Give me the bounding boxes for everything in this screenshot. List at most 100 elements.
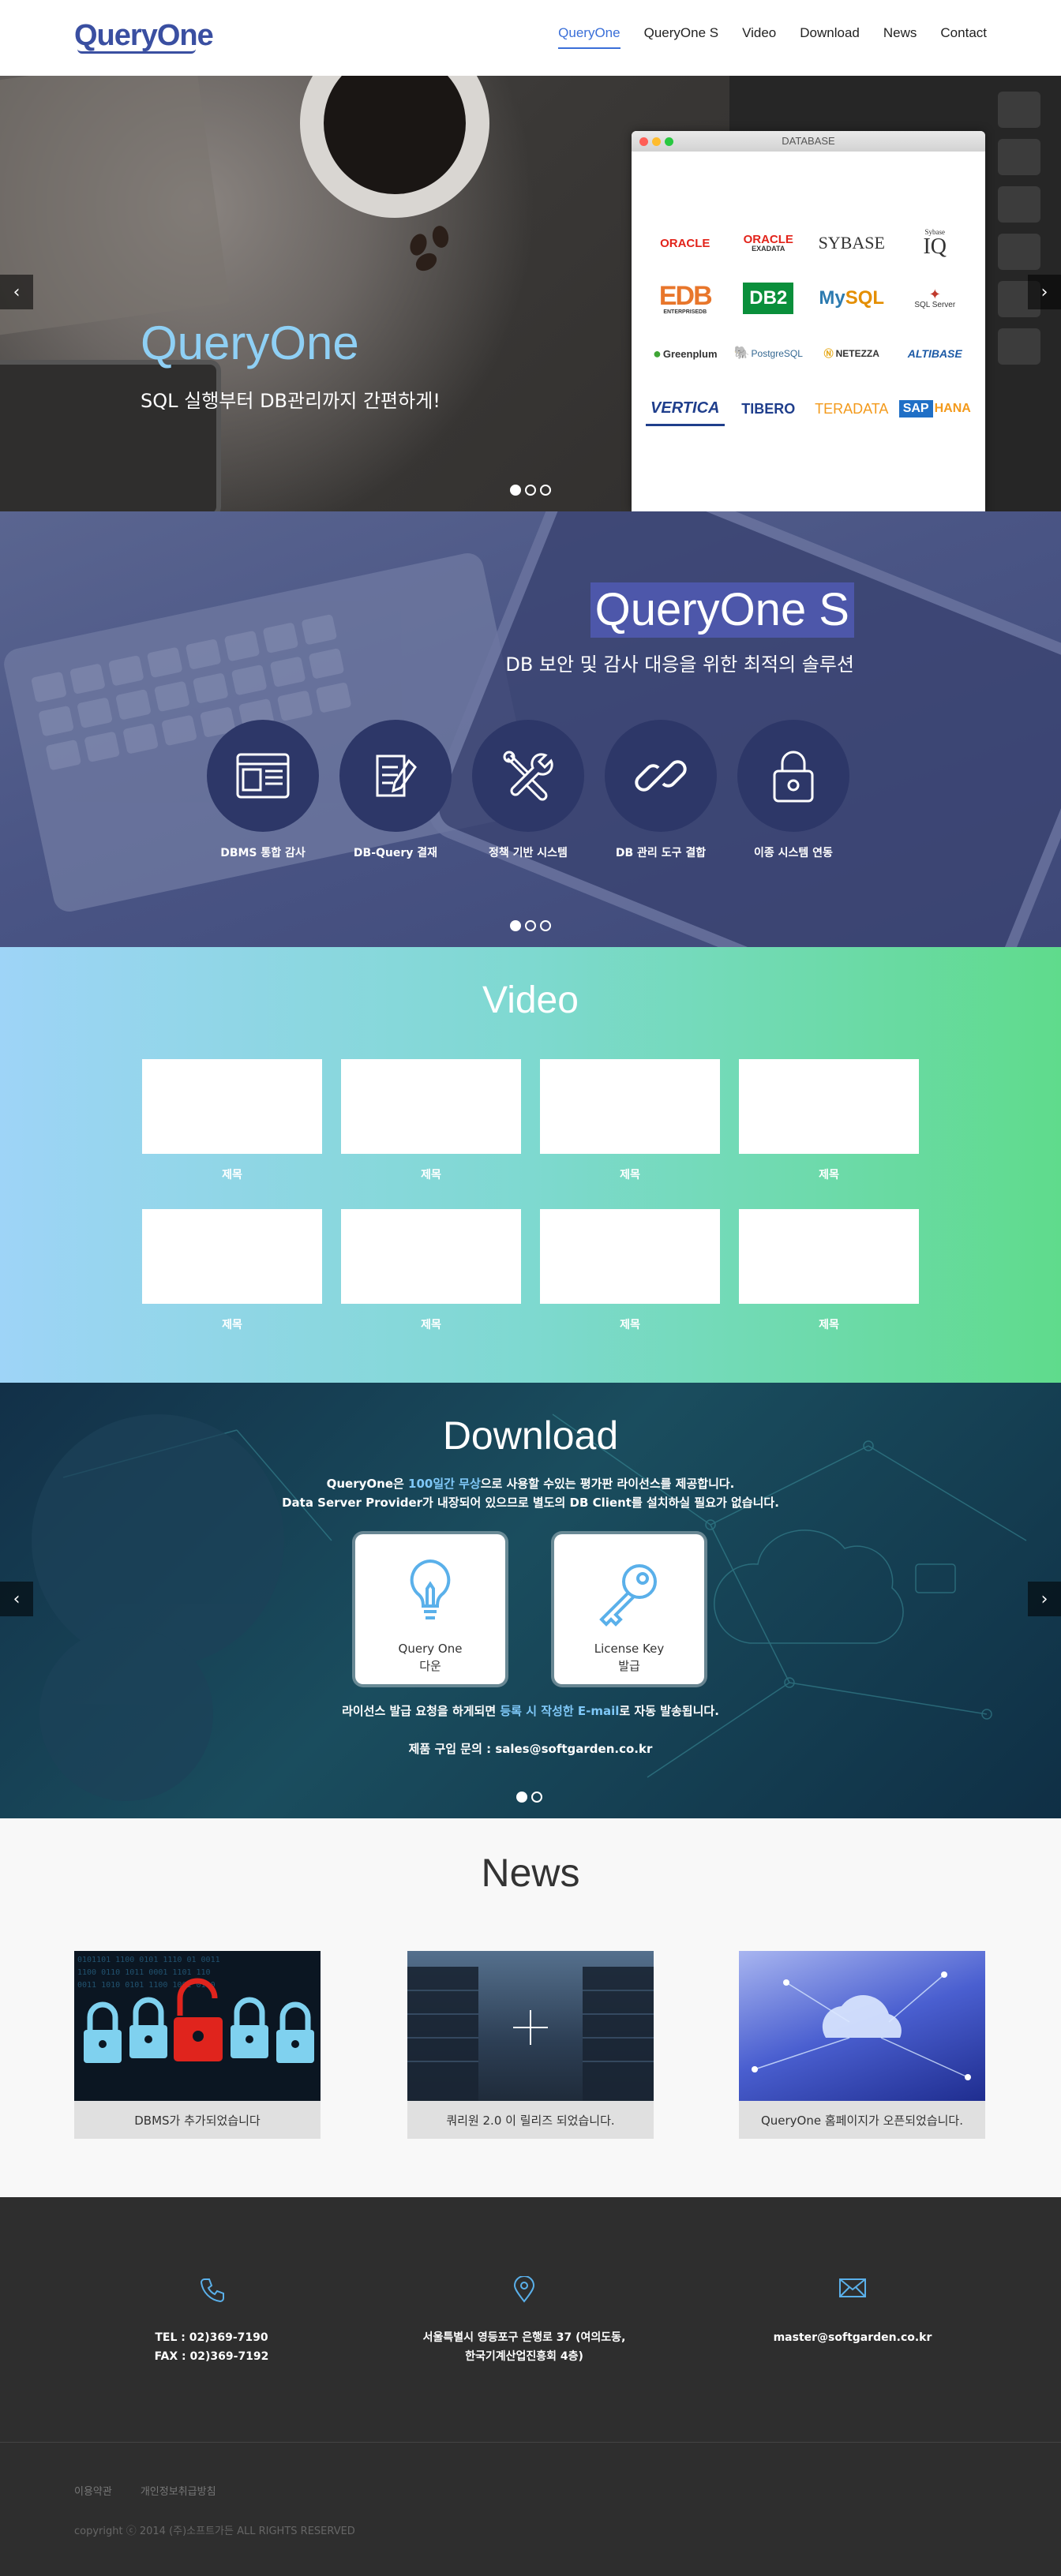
netezza-logo: Ⓝ NETEZZA — [823, 348, 879, 359]
envelope-icon — [710, 2276, 995, 2308]
tablet-image — [0, 360, 221, 511]
video-card[interactable]: 제목 — [739, 1059, 919, 1182]
footer-links: 이용약관 개인정보취급방침 — [74, 2483, 216, 2498]
chevron-right-icon: › — [1040, 282, 1048, 302]
description-text: QueryOne은 — [326, 1477, 409, 1491]
window-title: DATABASE — [782, 135, 835, 147]
news-section: News 0101101 1100 0101 1110 01 0011 1100 … — [0, 1818, 1061, 2197]
video-card[interactable]: 제목 — [142, 1209, 322, 1332]
nav-item-contact[interactable]: Contact — [940, 25, 987, 49]
section-title: Download — [442, 1413, 619, 1458]
logo-text: QueryOne — [74, 19, 214, 52]
footer-phone: TEL : 02)369-7190 FAX : 02)369-7192 — [69, 2276, 354, 2366]
oracle-exadata-logo: ORACLE EXADATA — [743, 233, 793, 253]
video-thumbnail[interactable] — [540, 1209, 720, 1304]
oracle-logo: ORACLE — [660, 236, 710, 250]
video-thumbnail[interactable] — [341, 1059, 521, 1154]
nav-item-video[interactable]: Video — [742, 25, 776, 49]
slider-dots — [510, 485, 551, 496]
feature-item: DB-Query 결재 — [339, 720, 452, 860]
news-card[interactable]: 0101101 1100 0101 1110 01 0011 1100 0110 … — [74, 1951, 321, 2139]
video-thumbnail[interactable] — [142, 1209, 322, 1304]
video-title: 제목 — [620, 1319, 640, 1331]
feature-item: 정책 기반 시스템 — [472, 720, 584, 860]
video-thumbnail[interactable] — [540, 1059, 720, 1154]
description-text: Data Server Provider가 내장되어 있으므로 별도의 DB C… — [282, 1496, 779, 1510]
news-card[interactable]: 쿼리원 2.0 이 릴리즈 되었습니다. — [407, 1951, 654, 2139]
video-thumbnail[interactable] — [142, 1059, 322, 1154]
slider-dot-2[interactable] — [525, 920, 536, 931]
chevron-left-icon: ‹ — [13, 282, 21, 302]
video-card[interactable]: 제목 — [540, 1209, 720, 1332]
map-pin-icon — [382, 2276, 666, 2308]
video-thumbnail[interactable] — [341, 1209, 521, 1304]
slider-dot-1[interactable] — [516, 1792, 527, 1803]
slider-dots — [510, 920, 551, 931]
video-card[interactable]: 제목 — [540, 1059, 720, 1182]
video-thumbnail[interactable] — [739, 1209, 919, 1304]
video-card[interactable]: 제목 — [142, 1059, 322, 1182]
slider-next-button[interactable]: › — [1028, 275, 1061, 309]
footer-address: 서울특별시 영등포구 은행로 37 (여의도동, 한국기계산업진흥회 4층) — [382, 2276, 666, 2366]
sql-server-logo: ✦ SQL Server — [914, 286, 956, 309]
altibase-logo: ALTIBASE — [907, 347, 962, 360]
nav-item-news[interactable]: News — [883, 25, 917, 49]
footer-link-terms[interactable]: 이용약관 — [74, 2483, 112, 2498]
slider-dot-2[interactable] — [525, 485, 536, 496]
feature-label: DB 관리 도구 결합 — [615, 847, 707, 859]
key-icon — [599, 1564, 657, 1627]
hero-slider-queryone-s: QueryOne S DB 보안 및 감사 대응을 위한 최적의 솔루션 DBM… — [0, 511, 1061, 947]
footer-link-privacy[interactable]: 개인정보취급방침 — [141, 2483, 216, 2498]
vertica-logo: VERTICA — [646, 391, 725, 426]
lock-icon — [737, 720, 849, 832]
window-titlebar: DATABASE — [632, 131, 985, 152]
document-edit-icon — [339, 720, 452, 832]
video-card[interactable]: 제목 — [341, 1209, 521, 1332]
slider-dot-1[interactable] — [510, 920, 521, 931]
enterprisedb-logo: EDB ENTERPRISEDB — [658, 280, 713, 315]
teradata-logo: TERADATA — [815, 401, 889, 417]
feature-label: 이종 시스템 연동 — [754, 847, 833, 859]
greenplum-logo: ● Greenplum — [653, 346, 718, 361]
lightbulb-icon — [410, 1559, 451, 1619]
license-notice: 라이선스 발급 요청을 하게되면 등록 시 작성한 E-mail로 자동 발송됩… — [342, 1704, 719, 1718]
database-logo-grid: ORACLE ORACLE EXADATA SYBASE Sybase IQ EDB… — [646, 226, 974, 426]
slider-dot-3[interactable] — [540, 485, 551, 496]
slider-dot-1[interactable] — [510, 485, 521, 496]
news-caption: 쿼리원 2.0 이 릴리즈 되었습니다. — [407, 2101, 654, 2139]
footer-email: master@softgarden.co.kr — [710, 2276, 995, 2347]
video-title: 제목 — [421, 1319, 441, 1331]
download-queryone-button[interactable]: Query One 다운 — [355, 1534, 505, 1684]
slider-dot-3[interactable] — [540, 920, 551, 931]
video-title: 제목 — [222, 1319, 242, 1331]
chevron-right-icon: › — [1040, 1589, 1048, 1609]
license-key-button[interactable]: License Key 발급 — [554, 1534, 704, 1684]
description-highlight: 100일간 무상 — [408, 1477, 481, 1491]
svg-text:0101101 1100 0101 1110 01 0011: 0101101 1100 0101 1110 01 0011 — [77, 1956, 220, 1964]
contact-email-link[interactable]: master@softgarden.co.kr — [710, 2328, 995, 2347]
nav-item-queryone-s[interactable]: QueryOne S — [644, 25, 719, 49]
video-title: 제목 — [819, 1319, 839, 1331]
contact-phone-text: TEL : 02)369-7190 FAX : 02)369-7192 — [154, 2331, 269, 2363]
slider-prev-button[interactable]: ‹ — [0, 275, 33, 309]
nav-item-queryone[interactable]: QueryOne — [558, 25, 620, 49]
video-card[interactable]: 제목 — [739, 1209, 919, 1332]
sap-hana-logo: SAP HANA — [896, 391, 975, 426]
news-card[interactable]: QueryOne 홈페이지가 오픈되었습니다. — [739, 1951, 985, 2139]
slider-next-button[interactable]: › — [1028, 1582, 1061, 1616]
feature-label: DB-Query 결재 — [353, 847, 438, 859]
video-card[interactable]: 제목 — [341, 1059, 521, 1182]
blueprint-paper — [0, 76, 230, 336]
news-image-cloud — [739, 1951, 985, 2101]
video-thumbnail[interactable] — [739, 1059, 919, 1154]
phone-icon — [69, 2276, 354, 2308]
mysql-logo: My SQL — [819, 287, 885, 309]
download-section: Download QueryOne은 100일간 무상으로 사용할 수있는 평가… — [0, 1383, 1061, 1818]
logo[interactable]: QueryOne — [74, 17, 214, 57]
news-image-locks: 0101101 1100 0101 1110 01 0011 1100 0110 … — [74, 1951, 321, 2101]
video-grid: 제목 제목 제목 제목 제목 제목 제목 제목 — [142, 1059, 919, 1332]
nav-item-download[interactable]: Download — [800, 25, 860, 49]
tools-icon — [472, 720, 584, 832]
slider-prev-button[interactable]: ‹ — [0, 1582, 33, 1616]
slider-dot-2[interactable] — [531, 1792, 542, 1803]
